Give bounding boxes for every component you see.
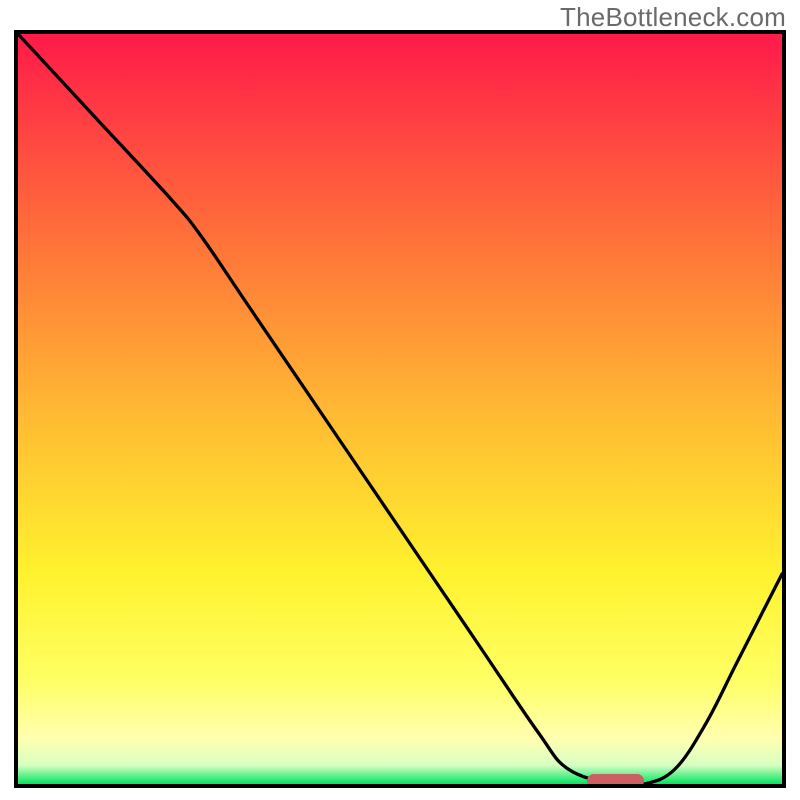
plot-svg — [18, 34, 782, 784]
optimal-range-marker — [587, 774, 644, 788]
plot-area — [14, 30, 786, 788]
attribution-text: TheBottleneck.com — [560, 2, 786, 33]
chart-frame: TheBottleneck.com — [0, 0, 800, 800]
gradient-rect — [18, 34, 782, 784]
